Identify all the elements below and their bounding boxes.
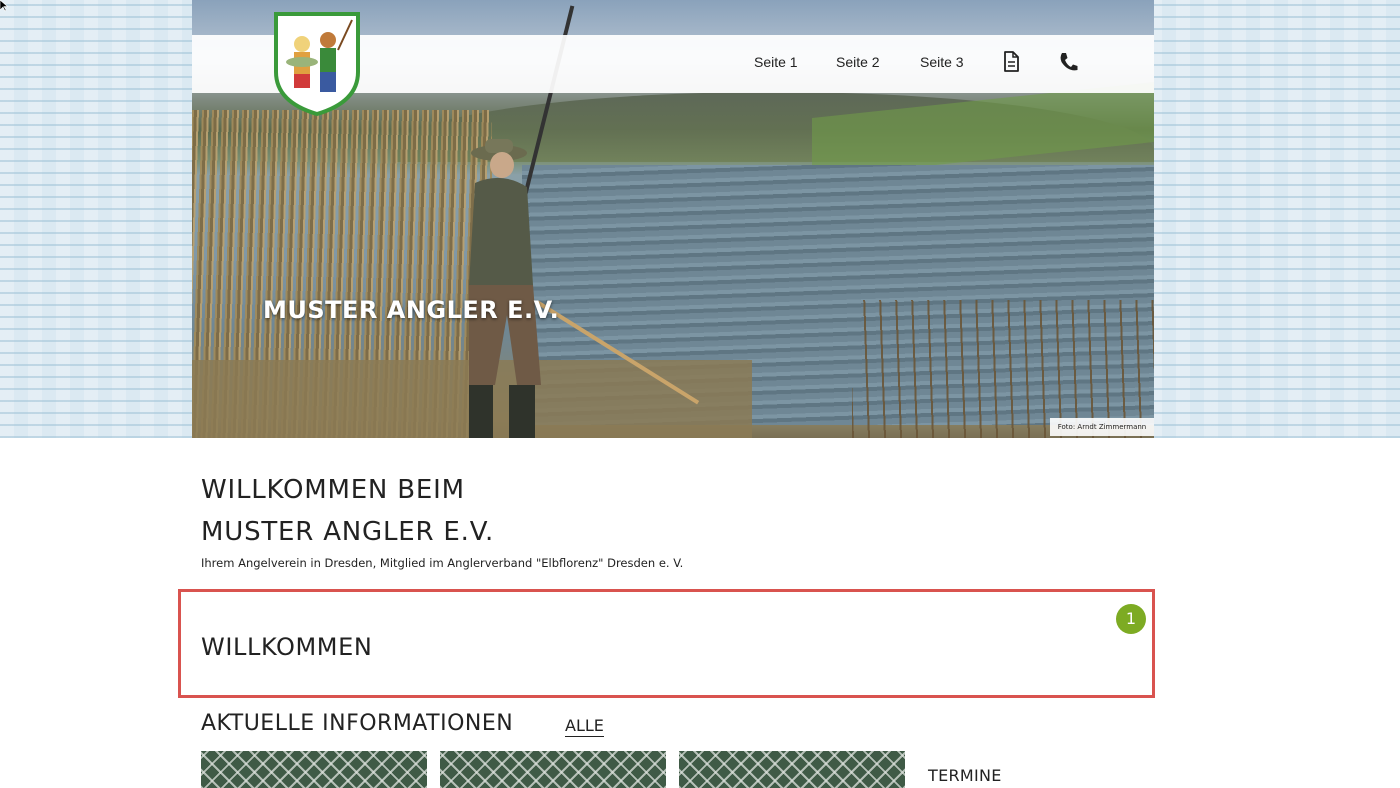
mouse-cursor-icon xyxy=(0,0,8,12)
news-thumbnail[interactable] xyxy=(440,751,666,788)
phone-icon[interactable] xyxy=(1058,51,1078,73)
termine-heading: TERMINE xyxy=(928,766,1002,785)
news-section-title: AKTUELLE INFORMATIONEN xyxy=(201,711,514,736)
section-title-willkommen: WILLKOMMEN xyxy=(201,633,373,661)
angler-figure xyxy=(469,139,541,438)
nav-seite-1[interactable]: Seite 1 xyxy=(754,54,798,70)
welcome-subtitle: Ihrem Angelverein in Dresden, Mitglied i… xyxy=(201,556,684,570)
news-thumbnail[interactable] xyxy=(679,751,905,788)
nav-seite-3[interactable]: Seite 3 xyxy=(920,54,964,70)
step-badge: 1 xyxy=(1116,604,1146,634)
hero-title: MUSTER ANGLER E.V. xyxy=(263,296,560,324)
news-thumbnail[interactable] xyxy=(201,751,427,788)
photo-credit: Foto: Arndt Zimmermann xyxy=(1050,418,1154,436)
nav-seite-2[interactable]: Seite 2 xyxy=(836,54,880,70)
welcome-heading-line2: MUSTER ANGLER E.V. xyxy=(201,517,495,547)
club-logo[interactable] xyxy=(272,10,362,116)
welcome-heading-line1: WILLKOMMEN BEIM xyxy=(201,475,465,505)
document-icon[interactable] xyxy=(1001,51,1021,73)
welcome-heading: WILLKOMMEN BEIM MUSTER ANGLER E.V. xyxy=(201,469,494,553)
news-all-link[interactable]: ALLE xyxy=(565,716,604,737)
